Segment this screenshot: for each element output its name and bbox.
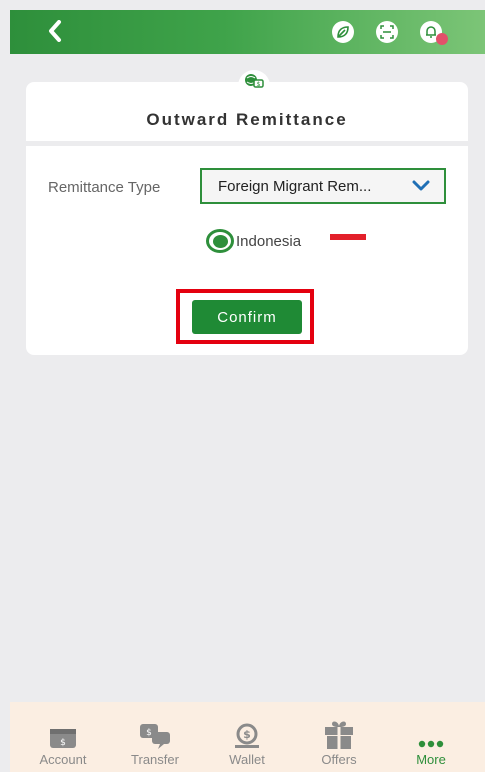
page-title: Outward Remittance [146, 110, 348, 129]
scan-icon [380, 25, 394, 39]
tab-label: Transfer [131, 752, 179, 767]
tab-label: Offers [321, 752, 357, 767]
country-radio-indonesia[interactable]: Indonesia [206, 228, 301, 254]
tab-label: More [416, 752, 446, 767]
confirm-button[interactable]: Confirm [192, 300, 302, 334]
tab-label: Account [39, 752, 87, 767]
top-app-bar [10, 10, 485, 54]
account-icon: $ [50, 729, 76, 748]
tab-account[interactable]: $ Account [23, 718, 103, 767]
leaf-button[interactable] [332, 21, 354, 43]
remittance-type-value: Foreign Migrant Rem... [218, 177, 372, 195]
back-icon [49, 20, 61, 42]
more-icon [418, 740, 444, 748]
tab-wallet[interactable]: $ Wallet [207, 718, 287, 767]
tab-offers[interactable]: Offers [299, 718, 379, 767]
svg-text:$: $ [146, 728, 152, 738]
gift-icon [325, 721, 353, 749]
card-header: Outward Remittance [26, 82, 468, 146]
back-button[interactable] [40, 16, 70, 46]
tab-transfer[interactable]: $ Transfer [115, 718, 195, 767]
radio-button[interactable] [206, 229, 234, 253]
notification-dot [436, 33, 448, 45]
leaf-icon [337, 26, 349, 38]
tab-more[interactable]: More [391, 718, 471, 767]
indonesia-flag-icon [330, 234, 366, 246]
notification-button[interactable] [420, 21, 448, 45]
country-label: Indonesia [236, 232, 302, 250]
svg-text:$: $ [243, 728, 251, 741]
bottom-tab-bar: $ Account $ Transfer $ Wallet Offers Mor… [10, 702, 485, 772]
chevron-down-icon [412, 180, 430, 191]
radio-selected-dot [212, 234, 228, 248]
remittance-card: $ Outward Remittance Remittance Type For… [26, 70, 468, 355]
remittance-type-label: Remittance Type [48, 179, 161, 196]
remittance-type-select[interactable]: Foreign Migrant Rem... [200, 168, 446, 204]
transfer-icon: $ [140, 724, 170, 749]
svg-text:$: $ [60, 738, 66, 748]
scan-button[interactable] [376, 21, 398, 43]
wallet-icon: $ [235, 723, 259, 748]
tab-label: Wallet [229, 752, 265, 767]
